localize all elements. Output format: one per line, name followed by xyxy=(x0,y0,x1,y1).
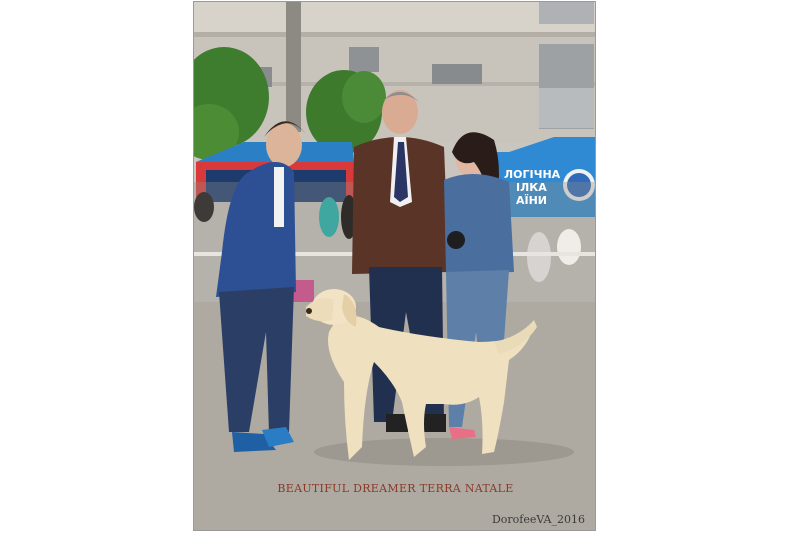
photo-frame: ЛОГІЧНА ІЛКА АЇНИ BEAUTIFUL DREAMER TERR… xyxy=(193,1,596,531)
camera xyxy=(447,231,465,249)
photo-watermark: DorofeeVA_2016 xyxy=(491,513,585,526)
pole xyxy=(286,2,301,132)
window xyxy=(432,64,482,84)
banner-text: ЛОГІЧНА ІЛКА АЇНИ xyxy=(504,168,561,207)
balcony xyxy=(539,2,594,24)
dog-show-photo xyxy=(194,2,595,530)
window xyxy=(349,47,379,72)
photo-caption: BEAUTIFUL DREAMER TERRA NATALE xyxy=(277,482,514,495)
